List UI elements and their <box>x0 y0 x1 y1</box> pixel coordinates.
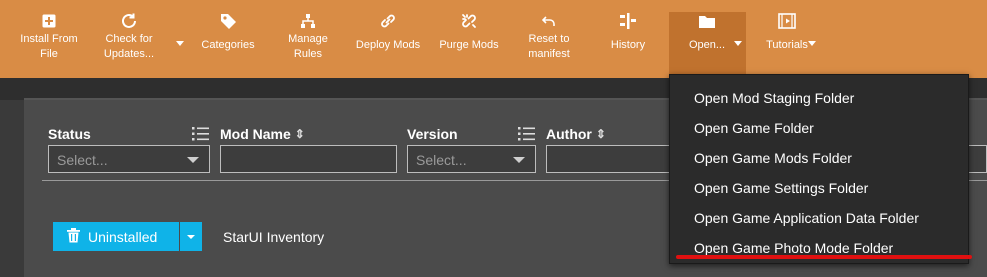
link-icon <box>379 10 397 32</box>
history-icon <box>618 10 638 32</box>
deploy-mods-label: Deploy Mods <box>355 39 421 51</box>
sitemap-icon <box>300 10 316 32</box>
status-uninstalled-label: Uninstalled <box>88 228 158 245</box>
sort-icon: ⇕ <box>294 127 305 141</box>
version-filter-select[interactable]: Select... <box>407 145 536 173</box>
categories-button[interactable]: Categories <box>195 10 261 74</box>
reset-to-manifest-label: Reset to manifest <box>528 33 570 60</box>
chevron-down-icon <box>187 157 199 163</box>
check-for-updates-button[interactable]: Check for Updates... <box>94 10 164 74</box>
column-header-status-label: Status <box>48 126 91 142</box>
purge-mods-label: Purge Mods <box>439 39 499 51</box>
check-for-updates-label: Check for Updates... <box>103 33 155 60</box>
column-header-mod-name-label: Mod Name <box>220 126 291 142</box>
open-dropdown-menu: Open Mod Staging Folder Open Game Folder… <box>669 74 969 264</box>
open-menu-dropdown-caret[interactable] <box>734 41 742 46</box>
chevron-down-icon <box>513 157 525 163</box>
status-column-options-icon[interactable] <box>192 126 210 147</box>
manage-rules-button[interactable]: Manage Rules <box>278 10 338 74</box>
install-from-file-label: Install From File <box>20 33 78 60</box>
categories-label: Categories <box>201 39 255 51</box>
purge-mods-button[interactable]: Purge Mods <box>434 10 504 74</box>
tutorials-label: Tutorials <box>766 39 808 51</box>
menu-item-open-mod-staging-folder[interactable]: Open Mod Staging Folder <box>694 90 854 106</box>
tutorials-dropdown-caret[interactable] <box>808 41 816 46</box>
menu-item-open-game-folder[interactable]: Open Game Folder <box>694 120 814 136</box>
column-header-author-label: Author <box>546 126 592 142</box>
menu-item-open-game-application-data-folder[interactable]: Open Game Application Data Folder <box>694 210 919 226</box>
mod-name-filter-input[interactable] <box>220 145 397 173</box>
folder-icon <box>698 10 716 32</box>
undo-icon <box>542 10 556 32</box>
plus-square-icon <box>42 10 56 32</box>
status-uninstalled-button[interactable]: Uninstalled <box>53 222 179 251</box>
unlink-icon <box>460 10 478 32</box>
column-header-version-label: Version <box>407 126 458 142</box>
menu-item-open-game-mods-folder[interactable]: Open Game Mods Folder <box>694 150 852 166</box>
refresh-icon <box>120 10 138 32</box>
highlight-underline <box>676 255 972 259</box>
history-label: History <box>610 39 646 51</box>
main-toolbar: Install From File Check for Updates... C… <box>0 0 987 78</box>
deploy-mods-button[interactable]: Deploy Mods <box>352 10 424 74</box>
column-header-mod-name[interactable]: Mod Name ⇕ <box>220 126 305 142</box>
version-column-options-icon[interactable] <box>518 126 536 147</box>
menu-item-open-game-settings-folder[interactable]: Open Game Settings Folder <box>694 180 868 196</box>
column-header-author[interactable]: Author ⇕ <box>546 126 606 142</box>
mod-name-cell: StarUI Inventory <box>223 229 325 245</box>
tag-icon <box>220 10 237 32</box>
check-for-updates-dropdown-caret[interactable] <box>176 41 184 46</box>
open-menu-button[interactable]: Open... <box>679 10 735 74</box>
menu-item-open-game-photo-mode-folder[interactable]: Open Game Photo Mode Folder <box>694 240 893 256</box>
open-menu-label: Open... <box>688 39 726 51</box>
status-dropdown-button[interactable] <box>180 222 202 251</box>
history-button[interactable]: History <box>600 10 656 74</box>
manage-rules-label: Manage Rules <box>288 33 328 60</box>
film-icon <box>778 10 796 32</box>
install-from-file-button[interactable]: Install From File <box>14 10 84 74</box>
column-header-version[interactable]: Version <box>407 126 458 142</box>
column-header-status[interactable]: Status <box>48 126 91 142</box>
reset-to-manifest-button[interactable]: Reset to manifest <box>517 10 581 74</box>
status-filter-select[interactable]: Select... <box>48 145 210 173</box>
status-filter-placeholder: Select... <box>57 152 108 168</box>
version-filter-placeholder: Select... <box>416 152 467 168</box>
sort-icon: ⇕ <box>595 127 606 141</box>
trash-icon <box>67 227 80 246</box>
